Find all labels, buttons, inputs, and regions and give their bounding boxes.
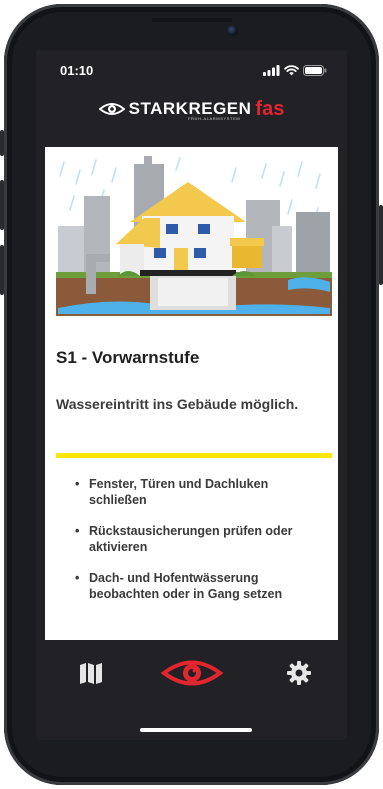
app-screen: 01:10 STARK REGEN fas FRÜH-ALARMSYSTEM S… bbox=[36, 50, 347, 740]
status-icons bbox=[263, 64, 327, 76]
mute-switch bbox=[0, 130, 4, 156]
list-item: • Rückstausicherungen prüfen oder aktivie… bbox=[75, 523, 325, 555]
tab-map[interactable] bbox=[66, 648, 116, 698]
measure-text: Rückstausicherungen prüfen oder aktivier… bbox=[89, 524, 293, 554]
power-button bbox=[379, 205, 383, 285]
signal-icon bbox=[263, 64, 280, 76]
status-time: 01:10 bbox=[60, 63, 94, 78]
wifi-icon bbox=[284, 64, 299, 75]
list-item: • Fenster, Türen und Dachluken schließen bbox=[75, 476, 325, 508]
flood-house-illustration bbox=[56, 156, 332, 316]
measures-list: • Fenster, Türen und Dachluken schließen … bbox=[75, 476, 325, 617]
volume-up-button bbox=[0, 180, 4, 230]
home-indicator[interactable] bbox=[140, 728, 252, 732]
alert-card: S1 - Vorwarnstufe Wassereintritt ins Geb… bbox=[45, 147, 338, 640]
volume-down-button bbox=[0, 245, 4, 295]
alert-stage-title: S1 - Vorwarnstufe bbox=[56, 348, 200, 367]
bottom-tab-bar bbox=[36, 648, 347, 708]
measure-text: Fenster, Türen und Dachluken schließen bbox=[89, 477, 269, 507]
warning-divider bbox=[56, 453, 332, 458]
earpiece-speaker bbox=[152, 18, 232, 22]
app-logo: STARK REGEN fas FRÜH-ALARMSYSTEM bbox=[36, 94, 347, 124]
front-camera bbox=[227, 25, 238, 36]
bullet: • bbox=[75, 477, 80, 491]
list-item: • Dach- und Hofentwässerung beobachten od… bbox=[75, 570, 325, 602]
eye-icon bbox=[98, 103, 125, 115]
battery-icon bbox=[303, 64, 327, 76]
tab-alarm[interactable] bbox=[154, 648, 230, 698]
bullet: • bbox=[75, 571, 80, 585]
gear-icon bbox=[287, 661, 311, 685]
measure-text: Dach- und Hofentwässerung beobachten ode… bbox=[89, 571, 283, 601]
map-icon bbox=[80, 663, 102, 684]
status-bar: 01:10 bbox=[36, 50, 347, 90]
brand-tagline: FRÜH-ALARMSYSTEM bbox=[188, 116, 241, 121]
brand-part-1: STARK bbox=[128, 99, 189, 118]
alert-description: Wassereintritt ins Gebäude möglich. bbox=[56, 396, 299, 412]
eye-icon bbox=[161, 660, 223, 686]
tab-settings[interactable] bbox=[274, 648, 324, 698]
brand-suffix: fas bbox=[255, 97, 285, 120]
bullet: • bbox=[75, 524, 80, 538]
